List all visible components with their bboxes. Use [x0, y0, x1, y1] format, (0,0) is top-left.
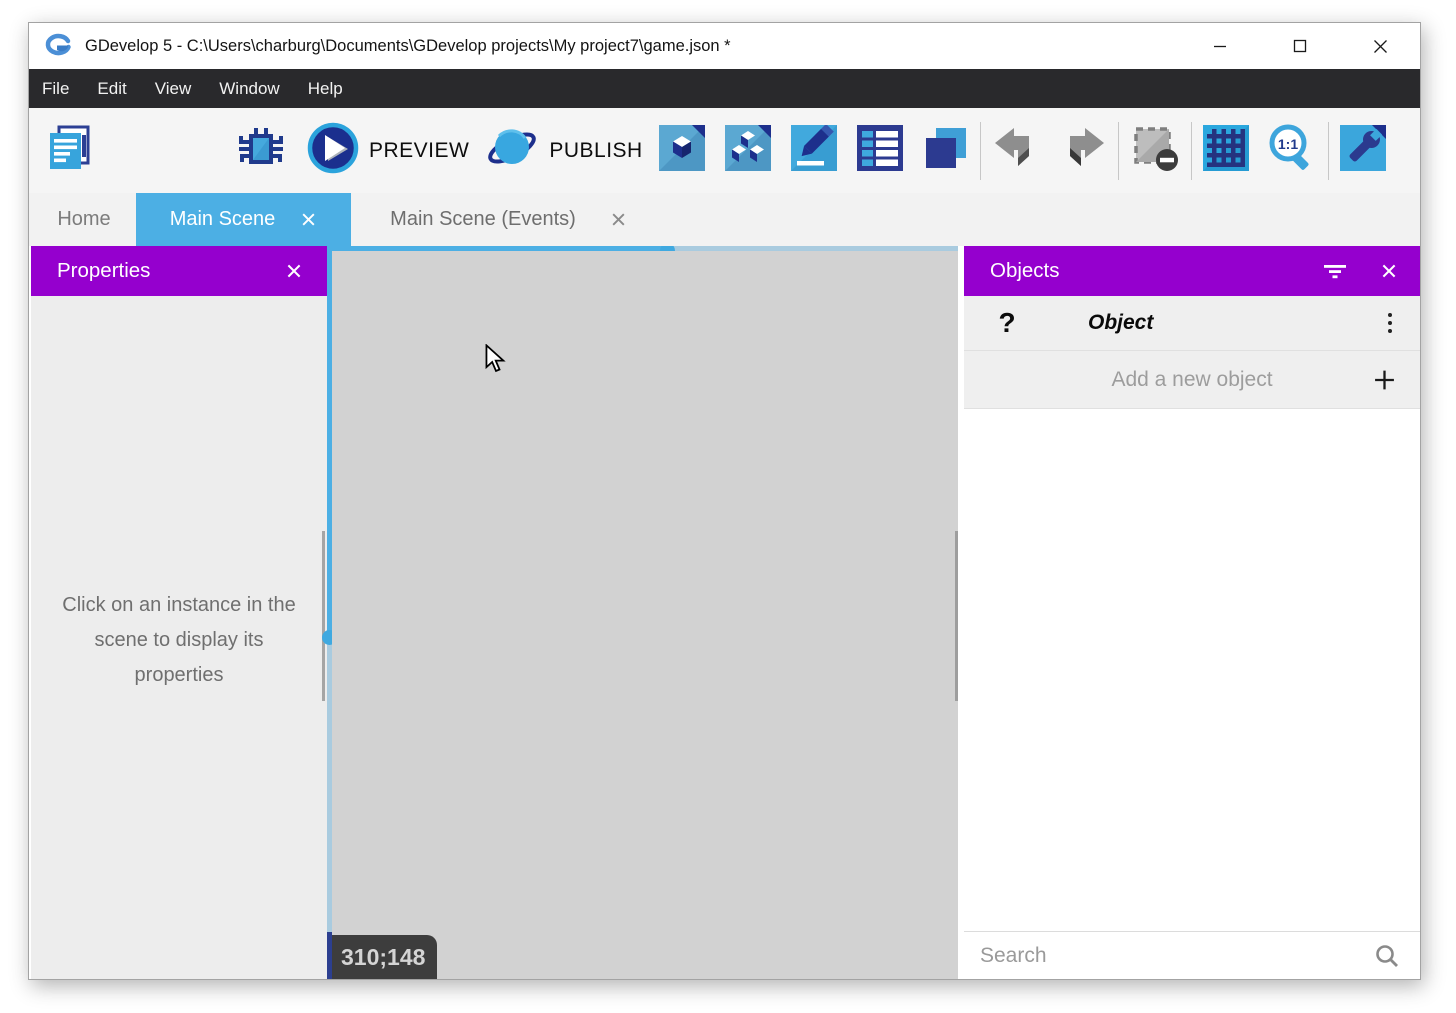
toolbar-separator — [1328, 122, 1329, 180]
menu-file[interactable]: File — [40, 69, 83, 108]
objects-empty-area — [964, 409, 1420, 931]
play-icon — [307, 122, 359, 179]
clear-selection-mask-button[interactable] — [1130, 124, 1180, 177]
instances-list-button[interactable] — [857, 125, 903, 176]
object-name: Object — [1088, 311, 1153, 335]
debugger-bug-icon — [237, 124, 285, 177]
publish-label: PUBLISH — [549, 139, 642, 163]
objects-panel-title: Objects — [964, 259, 1060, 283]
unknown-object-icon: ? — [988, 304, 1026, 342]
objects-editor-button[interactable] — [659, 125, 705, 176]
layers-button[interactable] — [923, 125, 969, 176]
menu-edit[interactable]: Edit — [83, 69, 140, 108]
project-manager-button[interactable] — [45, 124, 93, 177]
list-icon — [857, 125, 903, 176]
add-object-row[interactable]: Add a new object — [964, 351, 1420, 409]
object-list-item[interactable]: ? Object — [964, 296, 1420, 351]
search-input[interactable] — [980, 944, 1374, 968]
pencil-icon — [791, 125, 837, 176]
properties-empty-message: Click on an instance in the scene to dis… — [51, 588, 307, 693]
tab-main-scene-label: Main Scene — [170, 208, 276, 231]
minimize-button[interactable] — [1180, 23, 1260, 69]
menubar: File Edit View Window Help — [29, 69, 1420, 108]
titlebar: GDevelop 5 - C:\Users\charburg\Documents… — [29, 23, 1420, 69]
maximize-button[interactable] — [1260, 23, 1340, 69]
scene-properties-button[interactable] — [791, 125, 837, 176]
properties-panel-header: Properties — [31, 246, 327, 296]
selection-mask-icon — [1130, 124, 1180, 177]
toolbar-separator — [1118, 122, 1119, 180]
plus-icon[interactable] — [1373, 368, 1396, 391]
publish-button[interactable]: PUBLISH — [485, 122, 642, 179]
scene-tools-group — [659, 125, 969, 176]
window-title: GDevelop 5 - C:\Users\charburg\Documents… — [85, 37, 731, 56]
scene-canvas[interactable]: 310;148 — [332, 251, 958, 979]
scene-settings-button[interactable] — [1340, 125, 1386, 176]
menu-help[interactable]: Help — [294, 69, 357, 108]
objects-panel-header: Objects — [964, 246, 1420, 296]
layers-icon — [923, 125, 969, 176]
objects-close-icon[interactable] — [1380, 262, 1398, 280]
properties-panel-title: Properties — [31, 259, 150, 283]
app-window: GDevelop 5 - C:\Users\charburg\Documents… — [28, 22, 1421, 980]
project-manager-icon — [45, 124, 93, 177]
preview-label: PREVIEW — [369, 139, 469, 163]
preview-button[interactable]: PREVIEW — [307, 122, 469, 179]
toolbar: PREVIEW PUBLISH — [29, 108, 1420, 193]
search-icon[interactable] — [1374, 943, 1400, 969]
objects-search-bar — [964, 931, 1420, 979]
mouse-cursor-icon — [485, 344, 507, 379]
gdevelop-logo-icon — [45, 32, 73, 60]
globe-icon — [485, 122, 539, 179]
object-cube-icon — [659, 125, 705, 176]
tab-main-scene-events[interactable]: Main Scene (Events) — [351, 193, 666, 246]
zoom-1-1-icon: 1:1 — [1267, 123, 1317, 178]
object-group-cubes-icon — [725, 125, 771, 176]
objects-panel: Objects ? Object Add a new ob — [964, 246, 1420, 979]
svg-text:1:1: 1:1 — [1278, 136, 1298, 152]
tab-home[interactable]: Home — [32, 193, 136, 246]
canvas-scrollbar[interactable] — [955, 531, 958, 701]
object-more-menu-icon[interactable] — [1388, 313, 1393, 334]
cursor-coordinates-badge: 310;148 — [332, 935, 437, 979]
tab-close-icon[interactable] — [610, 211, 627, 228]
debugger-button[interactable] — [237, 124, 285, 177]
toolbar-separator — [1191, 122, 1192, 180]
zoom-original-button[interactable]: 1:1 — [1267, 123, 1317, 178]
wrench-icon — [1340, 125, 1386, 176]
properties-close-icon[interactable] — [285, 262, 303, 280]
tab-main-scene-events-label: Main Scene (Events) — [390, 208, 576, 231]
tab-main-scene[interactable]: Main Scene — [136, 193, 351, 246]
properties-scrollbar[interactable] — [322, 531, 325, 701]
properties-panel: Properties Click on an instance in the s… — [31, 246, 327, 979]
filter-icon[interactable] — [1322, 263, 1348, 279]
editor-content: Properties Click on an instance in the s… — [29, 246, 1420, 979]
object-groups-button[interactable] — [725, 125, 771, 176]
window-controls — [1180, 23, 1420, 69]
menu-view[interactable]: View — [141, 69, 206, 108]
grid-button[interactable] — [1203, 125, 1249, 176]
undo-icon — [992, 125, 1040, 176]
tabbar: Home Main Scene Main Scene (Events) — [29, 193, 1420, 246]
grid-icon — [1203, 125, 1249, 176]
redo-icon — [1059, 125, 1107, 176]
tab-close-icon[interactable] — [300, 211, 317, 228]
undo-button[interactable] — [992, 125, 1040, 176]
close-button[interactable] — [1340, 23, 1420, 69]
add-object-label: Add a new object — [964, 368, 1420, 392]
tab-home-label: Home — [57, 208, 110, 231]
menu-window[interactable]: Window — [205, 69, 293, 108]
toolbar-separator — [980, 122, 981, 180]
redo-button[interactable] — [1059, 125, 1107, 176]
